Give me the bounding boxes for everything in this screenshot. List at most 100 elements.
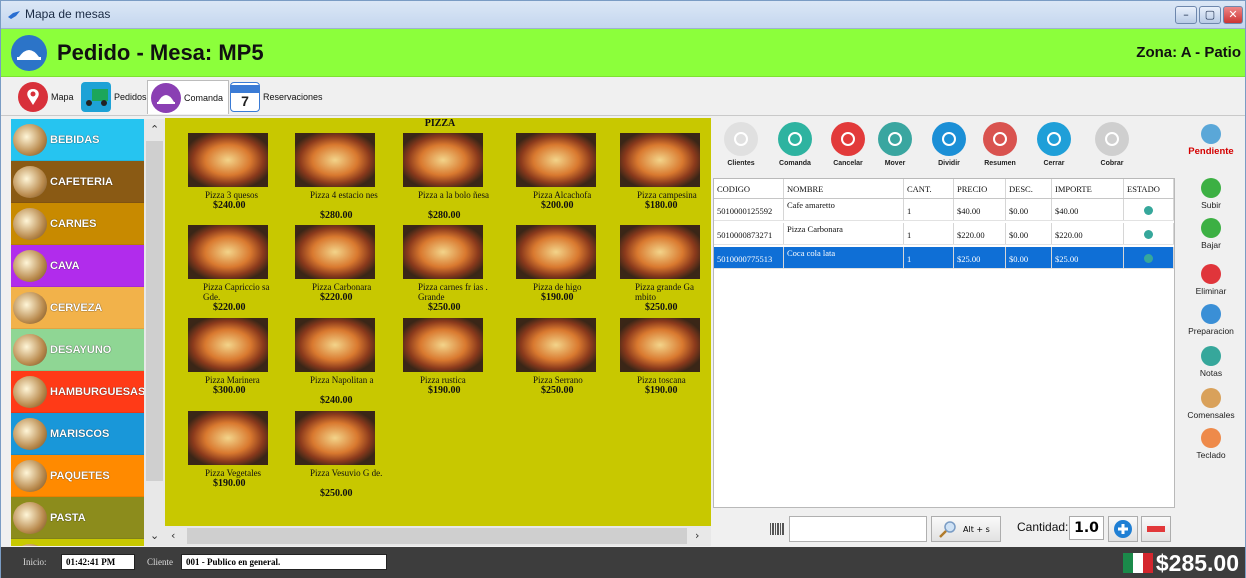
search-button[interactable]: Alt + s [931, 516, 1001, 542]
cell: 5010000873271 [714, 223, 784, 244]
comensales-button[interactable]: Comensales [1177, 388, 1245, 420]
category-cerveza[interactable]: CERVEZA [11, 287, 144, 329]
comanda-button[interactable]: Comanda [771, 122, 819, 167]
pizza-photo [516, 133, 596, 187]
product-tile[interactable]: Pizza 3 quesos $240.00 [173, 133, 281, 229]
column-header[interactable]: ESTADO [1124, 179, 1174, 198]
toolbar-label: Cancelar [833, 160, 863, 167]
product-tile[interactable]: Pizza rustica $190.00 [388, 318, 496, 414]
tab-label: Reservaciones [263, 92, 323, 102]
waiter-logo-icon [11, 35, 47, 71]
category-scrollbar[interactable]: ⌃ ⌄ [144, 119, 165, 546]
category-paquetes[interactable]: PAQUETES [11, 455, 144, 497]
bajar-button[interactable]: Bajar [1177, 218, 1245, 250]
product-scrollbar[interactable]: ‹ › [165, 526, 711, 546]
product-tile[interactable]: Pizza toscana $190.00 [605, 318, 711, 414]
pendiente-button[interactable]: Pendiente [1177, 124, 1245, 157]
mover-button[interactable]: Mover [871, 122, 919, 167]
category-mariscos[interactable]: MARISCOS [11, 413, 144, 455]
toolbar-label: Cerrar [1043, 160, 1065, 167]
column-header[interactable]: PRECIO [954, 179, 1006, 198]
decrease-quantity-button[interactable] [1141, 516, 1171, 542]
clientes-button[interactable]: Clientes [717, 122, 765, 167]
minimize-button[interactable]: – [1175, 6, 1197, 24]
product-tile[interactable]: Pizza de higo $190.00 [501, 225, 609, 321]
category-label: PASTA [50, 511, 86, 524]
product-tile[interactable]: Pizza Vegetales $190.00 [173, 411, 281, 507]
maximize-button[interactable]: ▢ [1199, 6, 1221, 24]
column-header[interactable]: IMPORTE [1052, 179, 1124, 198]
arrow-down-icon [1201, 218, 1221, 238]
column-header[interactable]: CODIGO [714, 179, 784, 198]
close-button[interactable]: ✕ [1223, 6, 1243, 24]
product-price: $250.00 [645, 302, 678, 313]
tab-comanda[interactable]: Comanda [147, 80, 230, 114]
scroll-thumb[interactable] [146, 141, 163, 481]
category-bebidas[interactable]: BEBIDAS [11, 119, 144, 161]
calendar-icon: 7 [230, 82, 260, 112]
column-header[interactable]: CANT. [904, 179, 954, 198]
cerrar-button[interactable]: Cerrar [1030, 122, 1078, 167]
scroll-thumb[interactable] [187, 528, 687, 544]
teclado-button[interactable]: Teclado [1177, 428, 1245, 460]
scroll-up-icon[interactable]: ⌃ [150, 123, 159, 136]
action-label: Bajar [1201, 240, 1221, 250]
product-tile[interactable]: Pizza Vesuvio G de. $250.00 [280, 411, 388, 507]
product-tile[interactable]: Pizza Serrano $250.00 [501, 318, 609, 414]
pizza-photo [620, 133, 700, 187]
tab-pedidos[interactable]: Pedidos [78, 80, 152, 114]
product-name: Pizza Vesuvio G de. [310, 468, 383, 478]
product-tile[interactable]: Pizza grande Ga mbito $250.00 [605, 225, 711, 321]
product-tile[interactable]: Pizza campesina $180.00 [605, 133, 711, 229]
cobrar-button[interactable]: Cobrar [1088, 122, 1136, 167]
product-tile[interactable]: Pizza a la bolo ñesa $280.00 [388, 133, 496, 229]
product-grid: PIZZA Pizza 3 quesos $240.00 Pizza 4 estac… [165, 118, 711, 526]
increase-quantity-button[interactable] [1108, 516, 1138, 542]
dividir-button[interactable]: Dividir [925, 122, 973, 167]
order-row[interactable]: 5010000125592 Cafe amaretto 1 $40.00 $0.00 $4… [714, 199, 1174, 221]
scroll-down-icon[interactable]: ⌄ [150, 529, 159, 542]
client-field[interactable]: 001 - Publico en general. [181, 554, 387, 570]
category-carnes[interactable]: CARNES [11, 203, 144, 245]
category-pasta[interactable]: PASTA [11, 497, 144, 539]
scroll-right-icon[interactable]: › [695, 529, 699, 542]
column-header[interactable]: NOMBRE [784, 179, 904, 198]
pizza-photo [295, 225, 375, 279]
order-grid: CODIGO NOMBRE CANT. PRECIO DESC. IMPORTE ESTAD… [713, 178, 1175, 508]
preparacion-button[interactable]: Preparacion [1177, 304, 1245, 336]
quantity-field[interactable]: 1.0 [1069, 516, 1104, 540]
category-cafeteria[interactable]: CAFETERIA [11, 161, 144, 203]
notas-button[interactable]: Notas [1177, 346, 1245, 378]
category-hamburguesas[interactable]: HAMBURGUESAS [11, 371, 144, 413]
arrow-up-icon [1201, 178, 1221, 198]
subir-button[interactable]: Subir [1177, 178, 1245, 210]
category-desayuno[interactable]: DESAYUNO [11, 329, 144, 371]
move-arrows-icon [878, 122, 912, 156]
order-header: Pedido - Mesa: MP5 Zona: A - Patio [1, 29, 1245, 77]
product-tile[interactable]: Pizza Capriccio sa Gde. $220.00 [173, 225, 281, 321]
order-panel: Clientes Comanda Cancelar Mover Dividir Resum… [713, 118, 1175, 546]
product-tile[interactable]: Pizza Napolitan a $240.00 [280, 318, 388, 414]
category-cava[interactable]: CAVA [11, 245, 144, 287]
order-row[interactable]: 5010000775513 Coca cola lata 1 $25.00 $0.00 $… [714, 247, 1174, 269]
scroll-left-icon[interactable]: ‹ [171, 529, 175, 542]
product-tile[interactable]: Pizza 4 estacio nes $280.00 [280, 133, 388, 229]
product-tile[interactable]: Pizza Alcachofa $200.00 [501, 133, 609, 229]
product-tile[interactable]: Pizza carnes fr ias . Grande $250.00 [388, 225, 496, 321]
category-label: BEBIDAS [50, 133, 100, 146]
tab-reservaciones[interactable]: 7 Reservaciones [227, 80, 328, 114]
client-label: Cliente [147, 557, 173, 567]
category-label: CERVEZA [50, 301, 103, 314]
barcode-input[interactable] [789, 516, 927, 542]
category-pizza[interactable]: PIZZA [11, 539, 144, 546]
product-tile[interactable]: Pizza Marinera $300.00 [173, 318, 281, 414]
resumen-button[interactable]: Resumen [976, 122, 1024, 167]
column-header[interactable]: DESC. [1006, 179, 1052, 198]
product-price: $190.00 [428, 385, 461, 396]
cancelar-button[interactable]: Cancelar [824, 122, 872, 167]
product-tile[interactable]: Pizza Carbonara $220.00 [280, 225, 388, 321]
tab-mapa[interactable]: Mapa [15, 80, 79, 114]
product-price: $200.00 [541, 200, 574, 211]
order-row[interactable]: 5010000873271 Pizza Carbonara 1 $220.00 $0.0… [714, 223, 1174, 245]
eliminar-button[interactable]: Eliminar [1177, 264, 1245, 296]
